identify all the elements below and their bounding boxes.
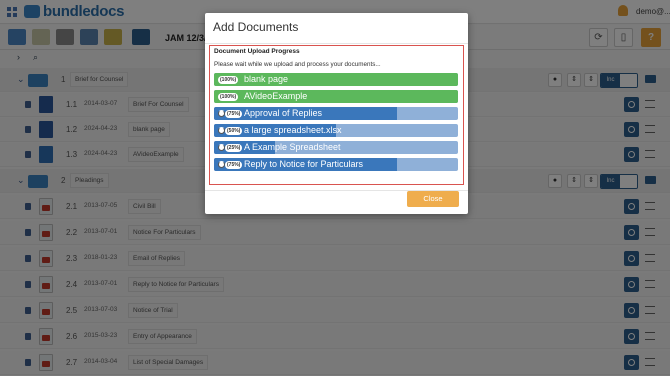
upload-progress-bar: (75%) Approval of Replies — [214, 107, 458, 120]
upload-progress-bar: (25%) A Example Spreadsheet — [214, 141, 458, 154]
upload-progress-bar: (100%) AVideoExample — [214, 90, 458, 103]
progress-percent: (75%) — [225, 161, 243, 169]
upload-file-name: AVideoExample — [244, 91, 308, 101]
upload-progress-panel: Document Upload Progress Please wait whi… — [209, 45, 464, 185]
spinner-icon — [218, 144, 225, 151]
progress-percent: (100%) — [218, 76, 239, 84]
upload-file-name: Approval of Replies — [244, 108, 323, 118]
progress-percent: (75%) — [225, 110, 243, 118]
close-button[interactable]: Close — [407, 191, 459, 207]
add-documents-dialog: Add Documents Document Upload Progress P… — [205, 13, 468, 214]
upload-file-name: a large spreadsheet.xlsx — [244, 125, 342, 135]
upload-progress-bar: (75%) Reply to Notice for Particulars — [214, 158, 458, 171]
progress-percent: (50%) — [225, 127, 243, 135]
progress-percent: (100%) — [218, 93, 239, 101]
upload-file-name: Reply to Notice for Particulars — [244, 159, 364, 169]
spinner-icon — [218, 161, 225, 168]
divider — [205, 43, 468, 44]
dialog-title: Add Documents — [213, 20, 299, 34]
upload-progress-bar: (100%) blank page — [214, 73, 458, 86]
progress-message: Please wait while we upload and process … — [214, 61, 381, 68]
upload-progress-bar: (50%) a large spreadsheet.xlsx — [214, 124, 458, 137]
spinner-icon — [218, 110, 225, 117]
spinner-icon — [218, 127, 225, 134]
progress-heading: Document Upload Progress — [214, 48, 300, 55]
upload-file-name: blank page — [244, 74, 289, 84]
progress-percent: (25%) — [225, 144, 243, 152]
upload-file-name: A Example Spreadsheet — [244, 142, 341, 152]
